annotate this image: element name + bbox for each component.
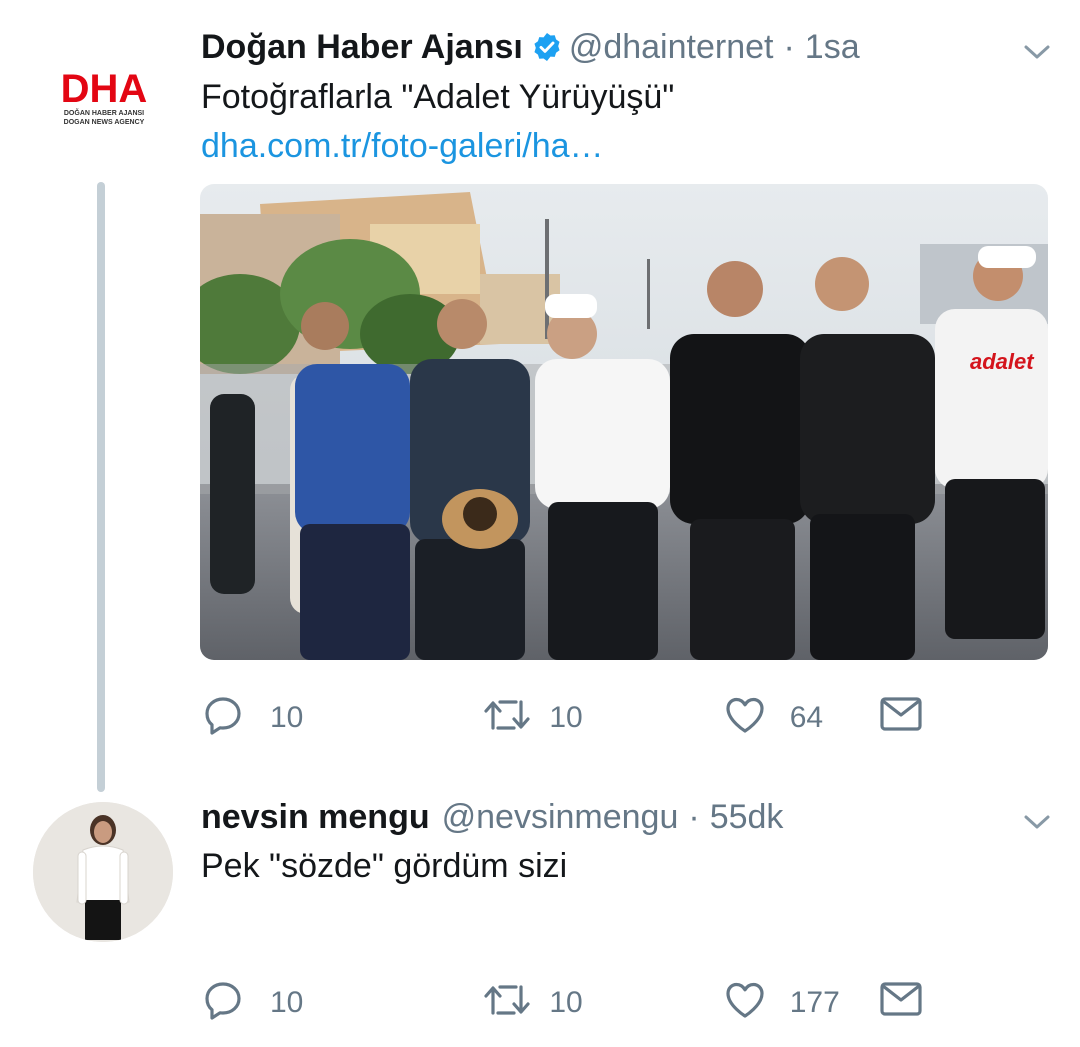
share-mail-icon[interactable] — [880, 697, 922, 736]
reply-icon — [202, 694, 244, 741]
retweet-button[interactable]: 10 — [483, 696, 583, 739]
like-icon — [724, 695, 766, 740]
author-name[interactable]: nevsin mengu — [201, 797, 430, 837]
tweet-text: Pek "sözde" gördüm sizi — [201, 847, 568, 885]
tweet-header: nevsin mengu @nevsinmengu · 55dk — [201, 797, 783, 837]
tweet-timestamp[interactable]: 55dk — [710, 797, 784, 837]
verified-badge-icon — [531, 31, 563, 63]
author-name[interactable]: Doğan Haber Ajansı — [201, 27, 523, 67]
like-count: 177 — [789, 985, 840, 1019]
thread-connector-line — [97, 182, 105, 792]
share-mail-icon[interactable] — [880, 982, 922, 1021]
tweet-actions: 10 10 177 — [202, 979, 840, 1026]
author-handle[interactable]: @nevsinmengu — [442, 797, 679, 837]
photo-shirt-text: adalet — [970, 349, 1035, 374]
svg-text:DOĞAN HABER AJANSI: DOĞAN HABER AJANSI — [64, 108, 144, 117]
chevron-down-icon[interactable] — [1022, 40, 1052, 64]
avatar-nevsin[interactable] — [33, 802, 173, 942]
reply-icon — [202, 979, 244, 1026]
svg-text:DHA: DHA — [61, 67, 148, 111]
separator-dot: · — [783, 28, 795, 66]
tweet-text: Fotoğraflarla "Adalet Yürüyüşü" — [201, 78, 675, 116]
reply-button[interactable]: 10 — [202, 694, 303, 741]
like-count: 64 — [789, 700, 824, 734]
retweet-icon — [483, 696, 531, 739]
tweet-photo[interactable]: adalet — [200, 184, 1048, 660]
reply-count: 10 — [270, 700, 304, 734]
retweet-count: 10 — [549, 985, 583, 1019]
svg-text:DOGAN NEWS AGENCY: DOGAN NEWS AGENCY — [64, 119, 145, 126]
retweet-count: 10 — [549, 700, 583, 734]
like-icon — [724, 980, 766, 1025]
reply-count: 10 — [270, 985, 304, 1019]
tweet-header: Doğan Haber Ajansı @dhainternet · 1sa — [201, 27, 860, 67]
chevron-down-icon[interactable] — [1022, 810, 1052, 834]
like-button[interactable]: 64 — [724, 695, 823, 740]
dha-logo: DHA DOĞAN HABER AJANSI DOGAN NEWS AGENCY — [61, 67, 148, 126]
like-button[interactable]: 177 — [724, 980, 840, 1025]
separator-dot: · — [688, 798, 700, 836]
tweet-link[interactable]: dha.com.tr/foto-galeri/ha… — [201, 126, 604, 166]
tweet-actions: 10 10 64 — [202, 694, 823, 741]
retweet-icon — [483, 981, 531, 1024]
tweet-timestamp[interactable]: 1sa — [805, 27, 860, 67]
avatar-photo — [33, 802, 173, 942]
retweet-button[interactable]: 10 — [483, 981, 583, 1024]
avatar-dha[interactable]: DHA DOĞAN HABER AJANSI DOGAN NEWS AGENCY — [34, 32, 174, 172]
author-handle[interactable]: @dhainternet — [569, 27, 774, 67]
reply-button[interactable]: 10 — [202, 979, 303, 1026]
